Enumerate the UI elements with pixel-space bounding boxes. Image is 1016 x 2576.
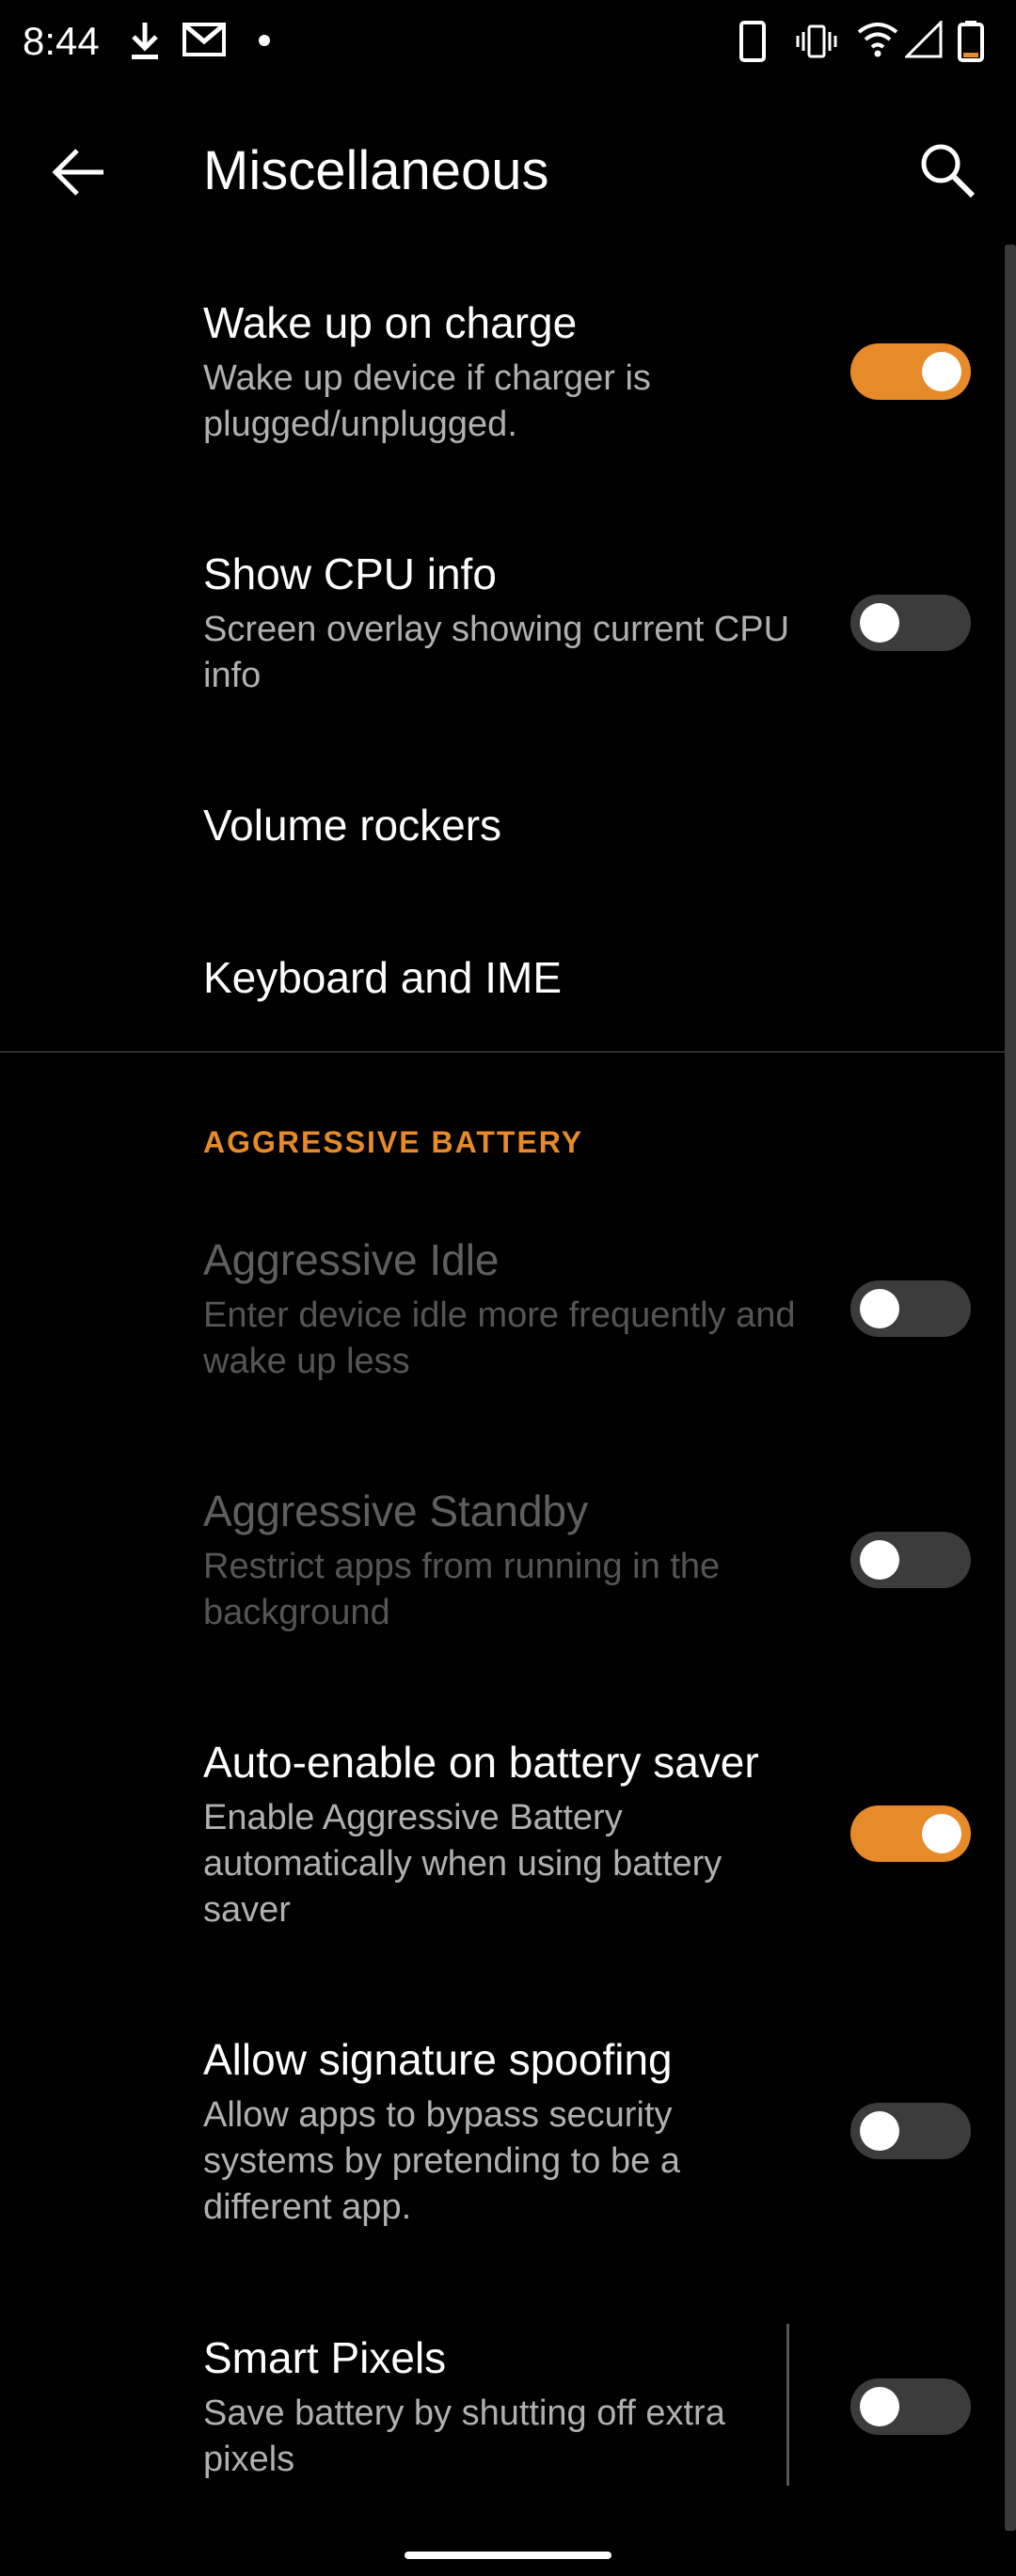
setting-aggressive-standby: Aggressive Standby Restrict apps from ru… [0, 1471, 997, 1668]
divider [0, 1051, 1005, 1053]
setting-volume-rockers[interactable]: Volume rockers [0, 771, 997, 884]
scrollbar[interactable] [1005, 245, 1016, 2531]
page-title: Miscellaneous [203, 140, 549, 201]
toggle-knob [922, 1814, 961, 1853]
vibrate-icon [796, 24, 837, 58]
setting-summary: Screen overlay showing current CPU info [203, 610, 790, 695]
setting-title: Aggressive Idle [203, 1235, 500, 1284]
toggle-knob [860, 2387, 899, 2426]
arrow-left-icon[interactable] [47, 139, 113, 205]
toggle-knob [860, 603, 899, 643]
setting-title: Auto-enable on battery saver [203, 1738, 759, 1787]
toggle-knob [922, 352, 961, 391]
setting-summary: Enter device idle more frequently and wa… [203, 1296, 796, 1381]
setting-allow-signature-spoofing[interactable]: Allow signature spoofing Allow apps to b… [0, 2019, 997, 2254]
wifi-icon [857, 23, 898, 57]
setting-smart-pixels[interactable]: Smart Pixels Save battery by shutting of… [0, 2317, 997, 2515]
toggle-switch[interactable] [850, 2378, 971, 2435]
setting-title: Smart Pixels [203, 2333, 447, 2382]
toggle-switch[interactable] [850, 1805, 971, 1862]
app-bar: Miscellaneous [0, 113, 1016, 226]
status-time: 8:44 [23, 19, 100, 63]
toggle-knob [860, 1540, 899, 1580]
setting-summary: Wake up device if charger is plugged/unp… [203, 358, 651, 444]
setting-title: Show CPU info [203, 549, 497, 598]
setting-summary: Save battery by shutting off extra pixel… [203, 2393, 725, 2479]
setting-title: Allow signature spoofing [203, 2035, 673, 2084]
battery-icon [958, 21, 984, 62]
vertical-separator [786, 2324, 789, 2486]
setting-title: Wake up on charge [203, 298, 578, 347]
setting-show-cpu-info[interactable]: Show CPU info Screen overlay showing cur… [0, 533, 997, 731]
toggle-switch [850, 1532, 971, 1588]
toggle-knob [860, 2111, 899, 2151]
setting-title: Volume rockers [203, 801, 502, 850]
status-bar: 8:44 [0, 0, 1016, 85]
section-header: AGGRESSIVE BATTERY [203, 1125, 584, 1159]
signal-icon [905, 21, 943, 58]
gmail-icon [183, 23, 226, 56]
setting-summary: Enable Aggressive Battery automatically … [203, 1798, 722, 1930]
setting-title: Keyboard and IME [203, 953, 563, 1002]
toggle-switch[interactable] [850, 343, 971, 400]
setting-keyboard-and-ime[interactable]: Keyboard and IME [0, 922, 997, 1035]
download-icon [132, 23, 158, 59]
setting-summary: Allow apps to bypass security systems by… [203, 2095, 680, 2227]
toggle-switch[interactable] [850, 2103, 971, 2159]
search-icon[interactable] [914, 137, 980, 203]
setting-auto-enable-battery-saver[interactable]: Auto-enable on battery saver Enable Aggr… [0, 1722, 997, 1957]
setting-wake-up-on-charge[interactable]: Wake up on charge Wake up device if char… [0, 282, 997, 480]
setting-aggressive-idle: Aggressive Idle Enter device idle more f… [0, 1219, 997, 1417]
setting-summary: Restrict apps from running in the backgr… [203, 1547, 721, 1632]
phone-outline-icon [739, 21, 766, 62]
dot-icon [259, 35, 270, 46]
gesture-nav-bar[interactable] [405, 2552, 611, 2559]
toggle-switch [850, 1280, 971, 1337]
setting-title: Aggressive Standby [203, 1487, 589, 1535]
toggle-knob [860, 1289, 899, 1328]
toggle-switch[interactable] [850, 595, 971, 651]
